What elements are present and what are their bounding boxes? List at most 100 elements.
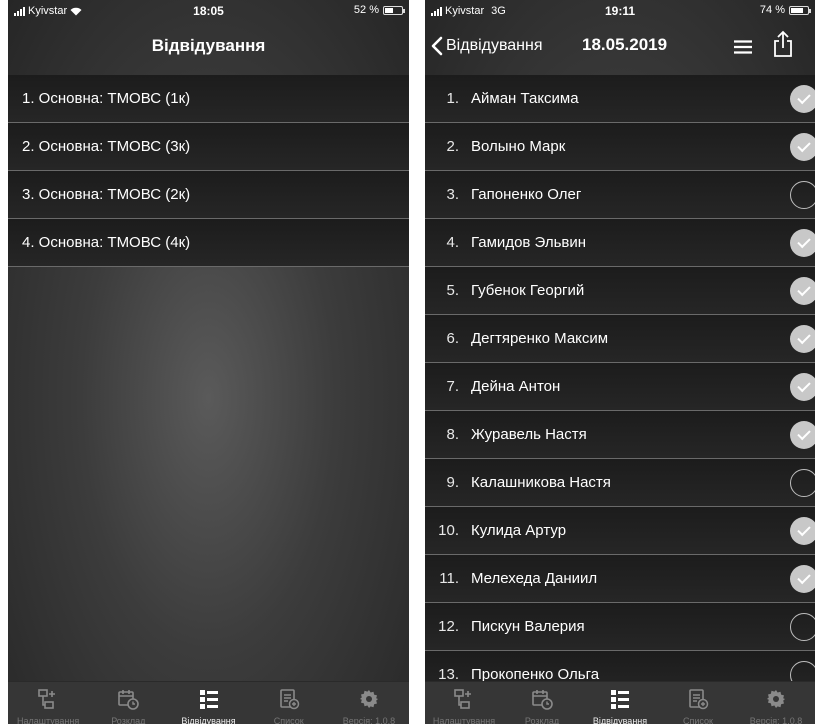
nav-bar: Відвідування	[8, 22, 409, 74]
student-name: Мелехеда Даниил	[471, 570, 598, 587]
chevron-left-icon	[431, 36, 443, 56]
checkmark-circle-icon[interactable]	[790, 229, 815, 257]
student-row[interactable]: 3. Гапоненко Олег	[425, 171, 815, 219]
checkmark-circle-icon[interactable]	[790, 277, 815, 305]
student-row[interactable]: 7. Дейна Антон	[425, 363, 815, 411]
checklist-icon	[611, 690, 629, 709]
back-button[interactable]: Відвідування	[431, 36, 543, 56]
gear-icon	[767, 690, 785, 708]
screen-groups: Kyivstar 18:05 52 % Відвідування 1. Осно…	[8, 0, 409, 724]
tab-list[interactable]: Список	[249, 682, 329, 724]
student-name: Гамидов Эльвин	[471, 234, 587, 251]
student-row[interactable]: 11. Мелехеда Даниил	[425, 555, 815, 603]
tab-settings[interactable]: Налаштування	[8, 682, 88, 724]
group-label: 1. Основна: ТМОВС (1к)	[22, 90, 191, 107]
student-row[interactable]: 5. Губенок Георгий	[425, 267, 815, 315]
tab-settings[interactable]: Налаштування	[425, 682, 503, 724]
tab-attendance[interactable]: Відвідування	[581, 682, 659, 724]
student-row[interactable]: 12. Пискун Валерия	[425, 603, 815, 651]
tab-bar: Налаштування Розклад Відвідування Список…	[425, 681, 815, 724]
group-label: 4. Основна: ТМОВС (4к)	[22, 234, 191, 251]
student-number: 2.	[446, 138, 459, 155]
battery-indicator: 52 %	[353, 4, 405, 16]
tab-label: Версія: 1.0.8	[749, 716, 803, 724]
checkmark-circle-icon[interactable]	[790, 325, 815, 353]
student-number: 1.	[446, 90, 459, 107]
student-number: 5.	[446, 282, 459, 299]
status-bar: Kyivstar 18:05 52 %	[8, 0, 409, 22]
share-icon	[774, 30, 792, 57]
student-row[interactable]: 10. Кулида Артур	[425, 507, 815, 555]
page-title: 18.05.2019	[582, 35, 668, 54]
battery-percent: 74 %	[759, 4, 785, 16]
calendar-clock-icon	[118, 690, 140, 710]
battery-icon	[383, 5, 405, 15]
student-name: Дейна Антон	[471, 378, 561, 395]
student-row[interactable]: 9. Калашникова Настя	[425, 459, 815, 507]
student-name: Пискун Валерия	[471, 618, 585, 635]
share-button[interactable]	[773, 30, 793, 63]
student-row[interactable]: 1. Айман Таксима	[425, 75, 815, 123]
student-number: 9.	[446, 474, 459, 491]
calendar-clock-icon	[532, 690, 553, 710]
student-name: Волыно Марк	[471, 138, 566, 155]
tab-bar: Налаштування Розклад Відвідування Список…	[8, 681, 409, 724]
checkmark-circle-icon[interactable]	[790, 517, 815, 545]
empty-circle-icon[interactable]	[790, 469, 815, 497]
empty-circle-icon[interactable]	[790, 613, 815, 641]
student-row[interactable]: 8. Журавель Настя	[425, 411, 815, 459]
group-item[interactable]: 1. Основна: ТМОВС (1к)	[8, 75, 409, 123]
tab-attendance[interactable]: Відвідування	[168, 682, 248, 724]
gear-icon	[359, 690, 378, 708]
tab-label: Версія: 1.0.8	[342, 716, 396, 724]
tab-settings-gear[interactable]: Версія: 1.0.8	[329, 682, 409, 724]
nav-bar: Відвідування 18.05.2019	[425, 22, 815, 74]
student-number: 4.	[446, 234, 459, 251]
page-title: Відвідування	[151, 36, 266, 55]
student-number: 12.	[438, 618, 459, 635]
student-name: Кулида Артур	[471, 522, 567, 539]
student-row[interactable]: 6. Дегтяренко Максим	[425, 315, 815, 363]
checkmark-circle-icon[interactable]	[790, 373, 815, 401]
tab-schedule[interactable]: Розклад	[88, 682, 168, 724]
student-number: 6.	[446, 330, 459, 347]
group-item[interactable]: 4. Основна: ТМОВС (4к)	[8, 219, 409, 267]
checklist-icon	[199, 690, 218, 709]
status-time: 19:11	[604, 4, 636, 18]
student-number: 3.	[446, 186, 459, 203]
menu-button[interactable]	[733, 40, 753, 59]
student-name: Дегтяренко Максим	[471, 330, 609, 347]
student-number: 7.	[446, 378, 459, 395]
tab-schedule[interactable]: Розклад	[503, 682, 581, 724]
group-item[interactable]: 3. Основна: ТМОВС (2к)	[8, 171, 409, 219]
group-label: 3. Основна: ТМОВС (2к)	[22, 186, 191, 203]
student-number: 10.	[438, 522, 459, 539]
student-name: Гапоненко Олег	[471, 186, 582, 203]
tab-settings-gear[interactable]: Версія: 1.0.8	[737, 682, 815, 724]
empty-circle-icon[interactable]	[790, 181, 815, 209]
battery-percent: 52 %	[353, 4, 379, 16]
hierarchy-add-icon	[38, 689, 56, 709]
group-label: 2. Основна: ТМОВС (3к)	[22, 138, 191, 155]
tab-list[interactable]: Список	[659, 682, 737, 724]
back-label: Відвідування	[446, 37, 543, 54]
group-list: 1. Основна: ТМОВС (1к) 2. Основна: ТМОВС…	[8, 75, 409, 267]
checkmark-circle-icon[interactable]	[790, 421, 815, 449]
status-time: 18:05	[193, 4, 224, 18]
battery-icon	[789, 5, 811, 15]
checkmark-circle-icon[interactable]	[790, 565, 815, 593]
student-name: Айман Таксима	[471, 90, 579, 107]
student-row[interactable]: 2. Волыно Марк	[425, 123, 815, 171]
hierarchy-add-icon	[454, 689, 471, 709]
menu-icon	[734, 40, 752, 54]
checkmark-circle-icon[interactable]	[790, 133, 815, 161]
student-name: Журавель Настя	[471, 426, 587, 443]
document-add-icon	[689, 689, 709, 710]
student-name: Калашникова Настя	[471, 474, 611, 491]
student-number: 11.	[439, 570, 459, 587]
group-item[interactable]: 2. Основна: ТМОВС (3к)	[8, 123, 409, 171]
document-add-icon	[279, 689, 299, 710]
student-row[interactable]: 4. Гамидов Эльвин	[425, 219, 815, 267]
checkmark-circle-icon[interactable]	[790, 85, 815, 113]
screen-attendance: Kyivstar 3G 19:11 74 % Відвідування 18.0…	[425, 0, 815, 724]
